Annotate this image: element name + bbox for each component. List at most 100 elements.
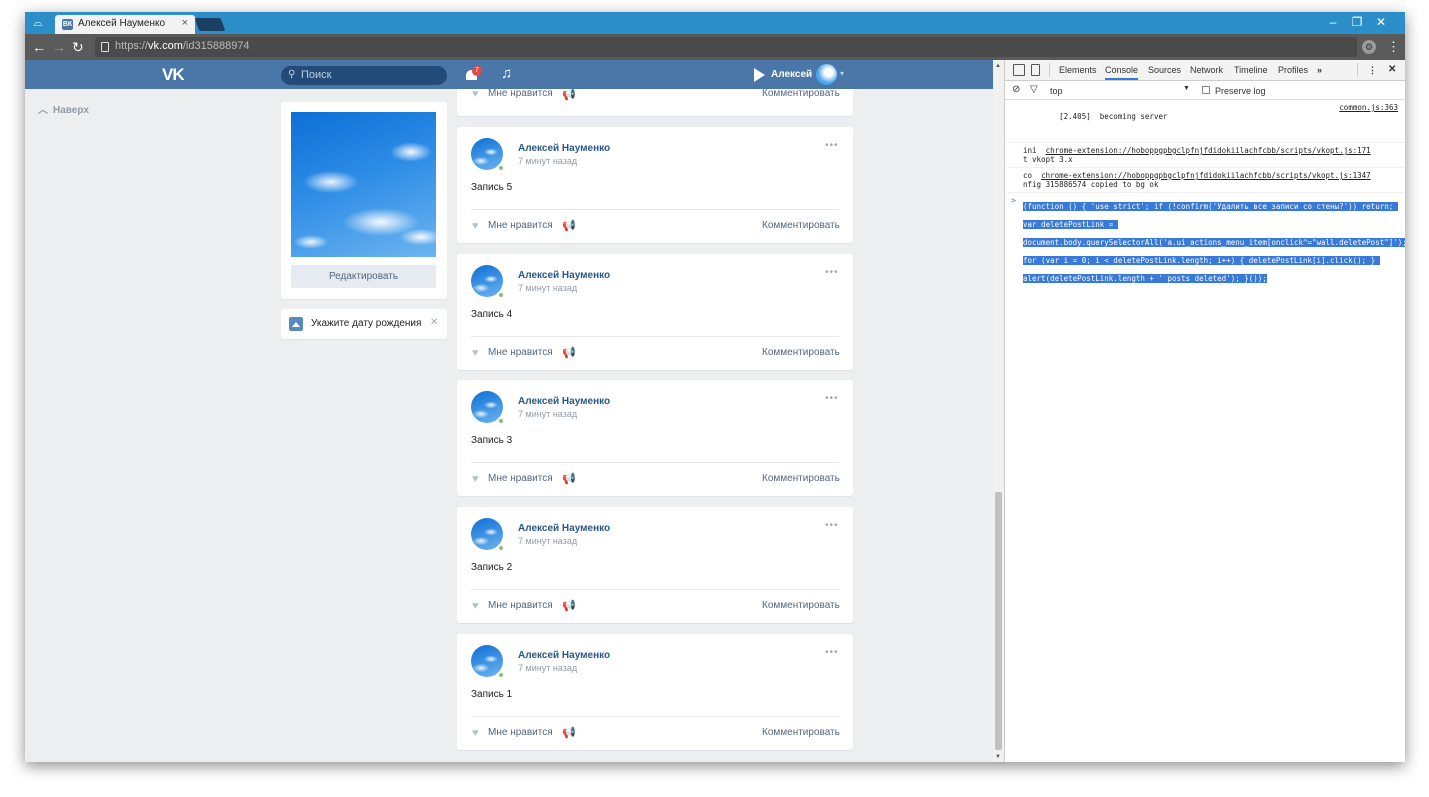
comment-button[interactable]: Комментировать xyxy=(762,600,840,611)
vk-page-content: ︿ Наверх Редактировать Укажите дату рожде… xyxy=(25,89,993,762)
bell-icon[interactable]: 7 xyxy=(466,66,482,82)
music-note-icon[interactable]: ♫ xyxy=(501,65,512,82)
megaphone-icon[interactable]: 📢 xyxy=(562,219,576,232)
more-icon[interactable]: ••• xyxy=(825,647,839,658)
devtools-menu-icon[interactable]: ⋮ xyxy=(1368,65,1377,76)
browser-window: ⌓ ВК Алексей Науменко × – ❐ ✕ ← → ↻ http… xyxy=(25,12,1405,762)
reload-icon[interactable]: ↻ xyxy=(72,39,84,55)
post-time[interactable]: 7 минут назад xyxy=(518,283,577,293)
avatar[interactable] xyxy=(816,64,837,85)
like-button[interactable]: Мне нравится xyxy=(488,727,553,738)
more-icon[interactable]: ••• xyxy=(825,393,839,404)
like-button[interactable]: Мне нравится xyxy=(488,220,553,231)
user-name[interactable]: Алексей xyxy=(771,69,812,80)
new-tab-button[interactable] xyxy=(194,18,226,31)
incognito-icon: ⌓ xyxy=(33,17,43,29)
more-icon[interactable]: ••• xyxy=(825,520,839,531)
arrow-right-icon[interactable]: → xyxy=(52,39,66,55)
restore-button[interactable]: ❐ xyxy=(1347,15,1367,29)
devtools-tabbar: Elements Console Sources Network Timelin… xyxy=(1005,60,1405,81)
inspect-icon[interactable] xyxy=(1013,64,1025,76)
chevron-down-icon[interactable]: ▼ xyxy=(1183,85,1190,92)
tab-network[interactable]: Network xyxy=(1190,65,1223,75)
megaphone-icon[interactable]: 📢 xyxy=(562,346,576,359)
megaphone-icon[interactable]: 📢 xyxy=(562,472,576,485)
arrow-left-icon[interactable]: ← xyxy=(32,39,46,55)
close-window-button[interactable]: ✕ xyxy=(1371,15,1391,29)
comment-button[interactable]: Комментировать xyxy=(762,473,840,484)
online-indicator xyxy=(497,164,505,172)
post-time[interactable]: 7 минут назад xyxy=(518,156,577,166)
page-scrollbar[interactable]: ▲ ▼ xyxy=(993,60,1004,762)
clear-console-icon[interactable]: ⊘ xyxy=(1012,84,1020,95)
tab-sources[interactable]: Sources xyxy=(1148,65,1181,75)
console-message: [2.405] becoming server common.js:363 xyxy=(1005,100,1405,143)
birthday-prompt-card[interactable]: Укажите дату рождения ✕ xyxy=(281,309,447,339)
more-icon[interactable]: ••• xyxy=(825,267,839,278)
console-input-code[interactable]: (function () { 'use strict'; if (!confir… xyxy=(1023,202,1405,283)
megaphone-icon[interactable]: 📢 xyxy=(562,89,576,101)
post-author[interactable]: Алексей Науменко xyxy=(518,270,610,281)
like-button[interactable]: Мне нравится xyxy=(488,89,553,99)
post-partial: ♥ Мне нравится 📢 Комментировать xyxy=(457,89,853,116)
post-time[interactable]: 7 минут назад xyxy=(518,663,577,673)
comment-button[interactable]: Комментировать xyxy=(762,89,840,99)
scroll-up-icon[interactable]: ▲ xyxy=(995,63,1001,69)
megaphone-icon[interactable]: 📢 xyxy=(562,726,576,739)
like-button[interactable]: Мне нравится xyxy=(488,600,553,611)
console-input[interactable]: > (function () { 'use strict'; if (!conf… xyxy=(1005,193,1405,289)
message-text: ini xyxy=(1023,146,1046,155)
post-author[interactable]: Алексей Науменко xyxy=(518,650,610,661)
heart-icon[interactable]: ♥ xyxy=(472,347,479,359)
tab-console[interactable]: Console xyxy=(1105,65,1139,80)
chevron-down-icon[interactable]: ▾ xyxy=(840,69,844,78)
tab-elements[interactable]: Elements xyxy=(1059,65,1097,75)
post-author[interactable]: Алексей Науменко xyxy=(518,143,610,154)
preserve-log-checkbox[interactable] xyxy=(1202,86,1210,94)
comment-button[interactable]: Комментировать xyxy=(762,347,840,358)
scroll-down-icon[interactable]: ▼ xyxy=(995,754,1001,760)
edit-button[interactable]: Редактировать xyxy=(291,265,436,288)
tab-close-icon[interactable]: × xyxy=(182,17,188,29)
like-button[interactable]: Мне нравится xyxy=(488,347,553,358)
profile-photo[interactable] xyxy=(291,112,436,257)
browser-menu-icon[interactable]: ⋮ xyxy=(1387,39,1400,55)
heart-icon[interactable]: ♥ xyxy=(472,89,479,100)
post-author[interactable]: Алексей Науменко xyxy=(518,396,610,407)
post: Алексей Науменко 7 минут назад ••• Запис… xyxy=(457,254,853,370)
heart-icon[interactable]: ♥ xyxy=(472,220,479,232)
close-devtools-icon[interactable]: ✕ xyxy=(1388,64,1396,75)
like-button[interactable]: Мне нравится xyxy=(488,473,553,484)
source-link[interactable]: common.js:363 xyxy=(1339,103,1398,112)
vk-logo[interactable]: VK xyxy=(162,65,185,85)
source-link[interactable]: chrome-extension://hoboppgpbgclpfnjfdido… xyxy=(1041,171,1371,180)
comment-button[interactable]: Комментировать xyxy=(762,220,840,231)
context-select[interactable]: top xyxy=(1050,86,1063,96)
megaphone-icon[interactable]: 📢 xyxy=(562,599,576,612)
back-to-top-link[interactable]: ︿ Наверх xyxy=(38,101,94,116)
scrollbar-thumb[interactable] xyxy=(995,492,1002,750)
extension-icon[interactable]: ⚙ xyxy=(1362,40,1376,54)
search-input[interactable]: ⚲ Поиск xyxy=(281,66,447,85)
more-icon[interactable]: ••• xyxy=(825,140,839,151)
play-icon[interactable] xyxy=(754,68,765,82)
more-tabs-button[interactable]: » xyxy=(1317,65,1322,75)
device-mode-icon[interactable] xyxy=(1031,64,1040,76)
heart-icon[interactable]: ♥ xyxy=(472,473,479,485)
divider xyxy=(471,209,839,210)
tab-profiles[interactable]: Profiles xyxy=(1278,65,1308,75)
divider xyxy=(471,589,839,590)
comment-button[interactable]: Комментировать xyxy=(762,727,840,738)
source-link[interactable]: chrome-extension://hoboppgpbgclpfnjfdido… xyxy=(1046,146,1371,155)
post-time[interactable]: 7 минут назад xyxy=(518,409,577,419)
minimize-button[interactable]: – xyxy=(1323,15,1343,29)
address-bar[interactable]: https://vk.com/id315888974 xyxy=(95,37,1357,57)
browser-tab[interactable]: ВК Алексей Науменко × xyxy=(55,15,195,34)
filter-icon[interactable]: ▽ xyxy=(1030,84,1038,95)
tab-timeline[interactable]: Timeline xyxy=(1234,65,1268,75)
heart-icon[interactable]: ♥ xyxy=(472,600,479,612)
close-icon[interactable]: ✕ xyxy=(430,317,438,328)
heart-icon[interactable]: ♥ xyxy=(472,727,479,739)
post-time[interactable]: 7 минут назад xyxy=(518,536,577,546)
post-author[interactable]: Алексей Науменко xyxy=(518,523,610,534)
